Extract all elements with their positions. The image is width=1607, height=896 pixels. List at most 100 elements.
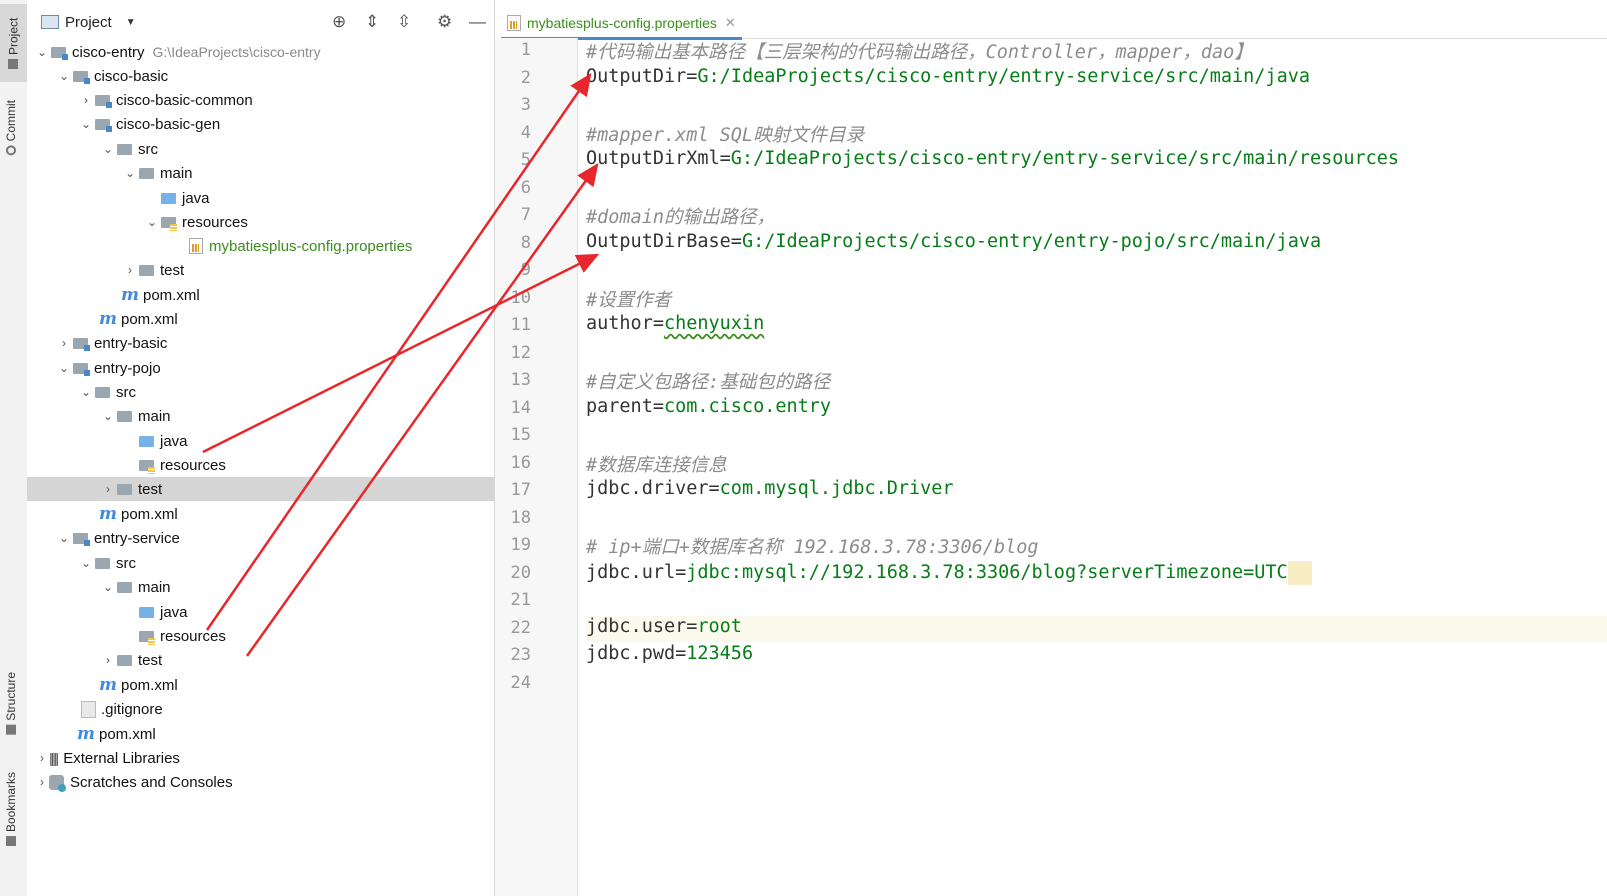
chevron-down-icon[interactable]: ⌄ <box>79 556 93 570</box>
tab-project[interactable]: Project <box>0 4 27 82</box>
code-line[interactable]: # ip+端口+数据库名称 192.168.3.78:3306/blog <box>586 533 1039 559</box>
code-line[interactable]: jdbc.pwd=123456 <box>586 643 753 664</box>
editor-tab-config[interactable]: mybatiesplus-config.properties ✕ <box>501 8 742 40</box>
tree-item-pom[interactable]: m pom.xml <box>27 307 494 331</box>
tree-item-resources[interactable]: resources <box>27 453 494 477</box>
tree-item-test[interactable]: › test <box>27 648 494 672</box>
tree-item-src[interactable]: ⌄ src <box>27 380 494 404</box>
maven-icon: m <box>99 309 117 329</box>
code-line[interactable]: jdbc.user=root <box>586 616 742 637</box>
chevron-right-icon[interactable]: › <box>57 336 71 350</box>
code-line[interactable]: #domain的输出路径， <box>586 203 775 229</box>
commit-icon <box>6 145 16 156</box>
tree-label: resources <box>182 213 248 231</box>
property-value: G:/IdeaProjects/cisco-entry/entry-servic… <box>697 65 1310 87</box>
tab-bookmarks[interactable]: Bookmarks <box>4 772 18 847</box>
tree-item-cisco-basic-common[interactable]: › cisco-basic-common <box>27 88 494 112</box>
tree-item-entry-service[interactable]: ⌄ entry-service <box>27 526 494 550</box>
chevron-down-icon[interactable]: ⌄ <box>101 142 115 156</box>
tree-item-pom[interactable]: m pom.xml <box>27 673 494 697</box>
tree-label: resources <box>160 627 226 645</box>
code-line[interactable]: #数据库连接信息 <box>586 451 727 477</box>
chevron-right-icon[interactable]: › <box>123 263 137 277</box>
property-key: jdbc.url <box>586 561 676 583</box>
tab-structure[interactable]: Structure <box>4 672 18 735</box>
gear-icon[interactable]: ⚙ <box>437 12 452 32</box>
code-line[interactable]: #代码输出基本路径【三层架构的代码输出路径，Controller，mapper，… <box>586 38 1253 64</box>
chevron-down-icon[interactable]: ⌄ <box>145 215 159 229</box>
tree-item-pom[interactable]: m pom.xml <box>27 722 494 746</box>
tree-item-cisco-basic-gen[interactable]: ⌄ cisco-basic-gen <box>27 112 494 136</box>
tree-item-pom[interactable]: m pom.xml <box>27 283 494 307</box>
tree-item-java[interactable]: java <box>27 429 494 453</box>
locate-icon[interactable]: ⊕ <box>332 12 346 32</box>
tree-item-pom[interactable]: m pom.xml <box>27 502 494 526</box>
resources-folder-icon <box>139 630 155 645</box>
tree-item-main[interactable]: ⌄ main <box>27 575 494 599</box>
line-number: 10 <box>510 287 531 308</box>
tree-item-resources[interactable]: resources <box>27 624 494 648</box>
tree-item-cisco-basic[interactable]: ⌄ cisco-basic <box>27 64 494 88</box>
tree-item-entry-pojo[interactable]: ⌄ entry-pojo <box>27 356 494 380</box>
tree-item-resources[interactable]: ⌄ resources <box>27 210 494 234</box>
tree-label: test <box>160 261 185 279</box>
editor-area: mybatiesplus-config.properties ✕ 1234567… <box>495 0 1607 896</box>
property-key: OutputDirXml <box>586 148 720 169</box>
code-line[interactable]: #mapper.xml SQL映射文件目录 <box>586 121 864 147</box>
tree-item-test[interactable]: › test <box>27 258 494 282</box>
chevron-right-icon[interactable]: › <box>35 775 49 789</box>
code-line[interactable]: jdbc.url=jdbc:mysql://192.168.3.78:3306/… <box>586 560 1312 585</box>
minimize-icon[interactable]: — <box>469 12 486 32</box>
code-line[interactable]: OutputDirBase=G:/IdeaProjects/cisco-entr… <box>586 231 1321 252</box>
tab-commit[interactable]: Commit <box>4 100 18 156</box>
tree-item-main[interactable]: ⌄ main <box>27 404 494 428</box>
chevron-down-icon[interactable]: ⌄ <box>57 531 71 545</box>
chevron-right-icon[interactable]: › <box>101 482 115 496</box>
property-value: G:/IdeaProjects/cisco-entry/entry-servic… <box>730 148 1400 169</box>
equals-sign: = <box>686 615 698 637</box>
chevron-down-icon[interactable]: ⌄ <box>79 117 93 131</box>
chevron-down-icon[interactable]: ⌄ <box>79 385 93 399</box>
tree-item-entry-basic[interactable]: › entry-basic <box>27 331 494 355</box>
tree-item-main[interactable]: ⌄ main <box>27 161 494 185</box>
tree-item-java[interactable]: java <box>27 186 494 210</box>
tree-item-java[interactable]: java <box>27 600 494 624</box>
chevron-down-icon[interactable]: ⌄ <box>57 69 71 83</box>
folder-icon <box>95 386 110 398</box>
tree-label: main <box>160 164 193 182</box>
tree-item-config-file[interactable]: mybatiesplus-config.properties <box>27 234 494 258</box>
code-line[interactable]: OutputDirXml=G:/IdeaProjects/cisco-entry… <box>586 148 1399 169</box>
panel-title[interactable]: Project <box>65 14 112 31</box>
chevron-down-icon[interactable]: ⌄ <box>57 361 71 375</box>
tree-item-src[interactable]: ⌄ src <box>27 137 494 161</box>
chevron-down-icon[interactable]: ⌄ <box>101 409 115 423</box>
tree-item-external-libraries[interactable]: › ||||| External Libraries <box>27 746 494 770</box>
code-line[interactable]: #设置作者 <box>586 286 671 312</box>
tree-label: Scratches and Consoles <box>70 773 233 791</box>
tree-item-gitignore[interactable]: .gitignore <box>27 697 494 721</box>
tree-item-cisco-entry[interactable]: ⌄ cisco-entry G:\IdeaProjects\cisco-entr… <box>27 40 494 64</box>
code-comment: #设置作者 <box>586 289 672 311</box>
module-folder-icon <box>95 94 112 108</box>
code-line[interactable]: OutputDir=G:/IdeaProjects/cisco-entry/en… <box>586 66 1310 87</box>
chevron-down-icon[interactable]: ⌄ <box>123 166 137 180</box>
tree-item-test-selected[interactable]: › test <box>27 477 494 501</box>
chevron-right-icon[interactable]: › <box>79 93 93 107</box>
code-line[interactable]: jdbc.driver=com.mysql.jdbc.Driver <box>586 478 954 499</box>
code-line[interactable]: author=chenyuxin <box>586 313 764 334</box>
tree-item-scratches[interactable]: › Scratches and Consoles <box>27 770 494 794</box>
editor-tabs: mybatiesplus-config.properties ✕ <box>495 0 1607 40</box>
chevron-right-icon[interactable]: › <box>101 653 115 667</box>
tree-label: cisco-basic-common <box>116 91 253 109</box>
tree-item-src[interactable]: ⌄ src <box>27 551 494 575</box>
code-line[interactable]: parent=com.cisco.entry <box>586 396 831 417</box>
chevron-down-icon[interactable]: ⌄ <box>101 580 115 594</box>
chevron-down-icon[interactable]: ▼ <box>126 17 136 28</box>
close-icon[interactable]: ✕ <box>725 15 736 31</box>
expand-all-icon[interactable]: ⇕ <box>365 12 379 32</box>
chevron-down-icon[interactable]: ⌄ <box>35 45 49 59</box>
code-line[interactable]: #自定义包路径:基础包的路径 <box>586 368 830 394</box>
module-folder-icon <box>95 118 112 132</box>
collapse-all-icon[interactable]: ⇳ <box>397 12 411 32</box>
chevron-right-icon[interactable]: › <box>35 751 49 765</box>
